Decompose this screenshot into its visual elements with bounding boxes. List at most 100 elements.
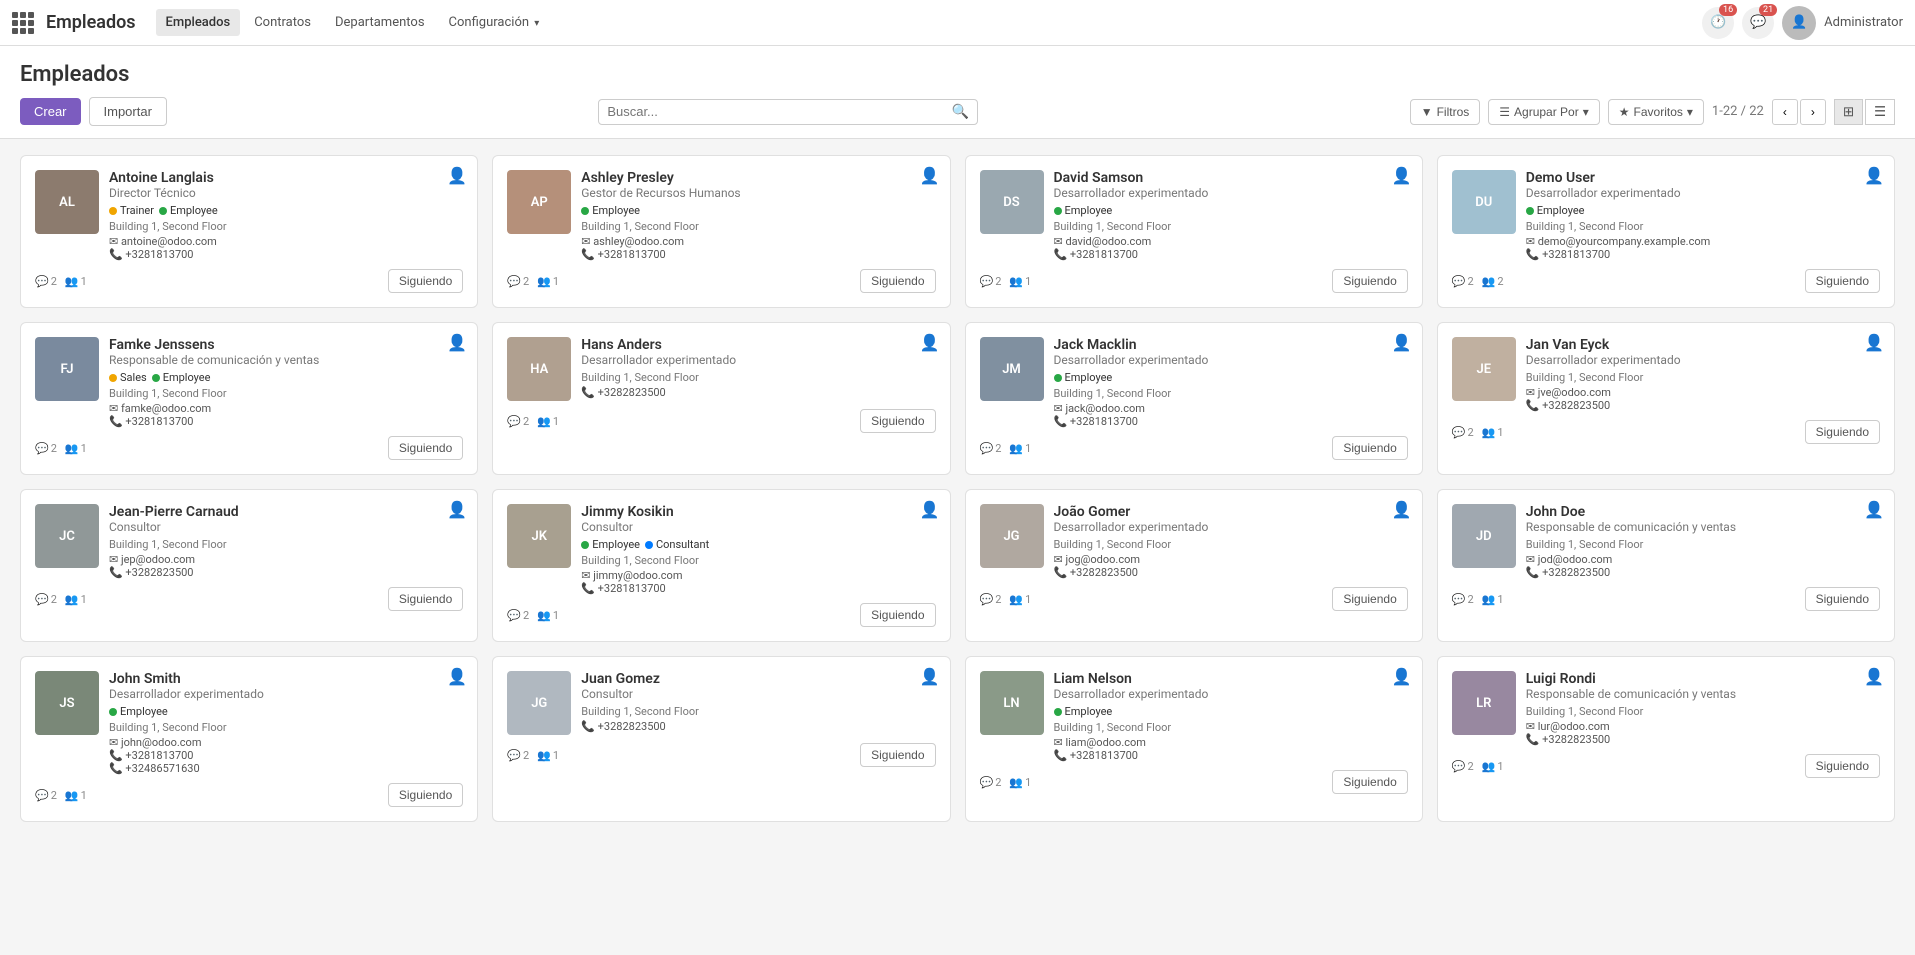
chat-icon: 💬 — [980, 776, 994, 789]
user-avatar[interactable]: 👤 — [1782, 6, 1816, 40]
employee-card[interactable]: 👤 JD John Doe Responsable de comunicació… — [1437, 489, 1895, 642]
filter-button[interactable]: ▼ Filtros — [1410, 99, 1481, 125]
follow-button[interactable]: Siguiendo — [1332, 269, 1407, 293]
follower-count[interactable]: 👥 1 — [1009, 275, 1031, 288]
message-count[interactable]: 💬 2 — [35, 789, 57, 802]
employee-card[interactable]: 👤 JK Jimmy Kosikin Consultor Employee Co… — [492, 489, 950, 642]
employee-email: ✉ ashley@odoo.com — [581, 235, 935, 248]
follower-count[interactable]: 👥 1 — [65, 593, 87, 606]
employee-card[interactable]: 👤 AL Antoine Langlais Director Técnico T… — [20, 155, 478, 308]
follower-count[interactable]: 👥 1 — [1482, 760, 1504, 773]
follow-button[interactable]: Siguiendo — [1332, 436, 1407, 460]
employee-card[interactable]: 👤 JG Juan Gomez Consultor Building 1, Se… — [492, 656, 950, 822]
nav-contratos[interactable]: Contratos — [244, 9, 321, 36]
follower-icon: 👥 — [537, 609, 551, 622]
follow-button[interactable]: Siguiendo — [860, 269, 935, 293]
nav-empleados[interactable]: Empleados — [156, 9, 241, 36]
nav-configuracion[interactable]: Configuración ▾ — [439, 9, 550, 36]
apps-grid-icon[interactable] — [12, 12, 34, 34]
next-page-button[interactable]: › — [1800, 99, 1826, 125]
employee-card[interactable]: 👤 JG João Gomer Desarrollador experiment… — [965, 489, 1423, 642]
follow-button[interactable]: Siguiendo — [388, 783, 463, 807]
follower-count[interactable]: 👥 1 — [537, 609, 559, 622]
follow-button[interactable]: Siguiendo — [1332, 770, 1407, 794]
follower-count[interactable]: 👥 1 — [1482, 426, 1504, 439]
follower-count[interactable]: 👥 1 — [1482, 593, 1504, 606]
page-title: Empleados — [20, 62, 1895, 87]
follow-button[interactable]: Siguiendo — [860, 409, 935, 433]
message-count[interactable]: 💬 2 — [507, 609, 529, 622]
message-count[interactable]: 💬 2 — [980, 442, 1002, 455]
message-count[interactable]: 💬 2 — [1452, 593, 1474, 606]
message-count[interactable]: 💬 2 — [1452, 275, 1474, 288]
employee-card[interactable]: 👤 LR Luigi Rondi Responsable de comunica… — [1437, 656, 1895, 822]
filter-icon: ▼ — [1421, 105, 1433, 119]
message-count[interactable]: 💬 2 — [980, 593, 1002, 606]
follow-button[interactable]: Siguiendo — [1805, 754, 1880, 778]
follower-count[interactable]: 👥 1 — [65, 442, 87, 455]
follow-button[interactable]: Siguiendo — [1805, 420, 1880, 444]
follower-count[interactable]: 👥 1 — [537, 415, 559, 428]
employee-card[interactable]: 👤 DS David Samson Desarrollador experime… — [965, 155, 1423, 308]
message-count[interactable]: 💬 2 — [1452, 426, 1474, 439]
follow-button[interactable]: Siguiendo — [388, 587, 463, 611]
employee-card[interactable]: 👤 DU Demo User Desarrollador experimenta… — [1437, 155, 1895, 308]
follow-button[interactable]: Siguiendo — [1805, 269, 1880, 293]
employee-card[interactable]: 👤 JE Jan Van Eyck Desarrollador experime… — [1437, 322, 1895, 475]
follower-count[interactable]: 👥 1 — [65, 789, 87, 802]
employee-role: Desarrollador experimentado — [1526, 353, 1880, 367]
employee-card[interactable]: 👤 AP Ashley Presley Gestor de Recursos H… — [492, 155, 950, 308]
tag-item: Employee — [1054, 705, 1113, 718]
employee-card[interactable]: 👤 HA Hans Anders Desarrollador experimen… — [492, 322, 950, 475]
message-count[interactable]: 💬 2 — [980, 275, 1002, 288]
employee-info: David Samson Desarrollador experimentado… — [1054, 170, 1408, 261]
list-view-button[interactable]: ☰ — [1865, 99, 1895, 125]
employee-card[interactable]: 👤 FJ Famke Jenssens Responsable de comun… — [20, 322, 478, 475]
nav-departamentos[interactable]: Departamentos — [325, 9, 435, 36]
follower-count[interactable]: 👥 1 — [1009, 442, 1031, 455]
employee-card[interactable]: 👤 LN Liam Nelson Desarrollador experimen… — [965, 656, 1423, 822]
follower-count[interactable]: 👥 1 — [1009, 593, 1031, 606]
search-icon[interactable]: 🔍 — [952, 104, 969, 120]
chat-icon: 💬 — [980, 275, 994, 288]
tag-label: Employee — [1065, 705, 1113, 718]
follower-count[interactable]: 👥 1 — [537, 749, 559, 762]
follower-count[interactable]: 👥 1 — [537, 275, 559, 288]
employee-name: Liam Nelson — [1054, 671, 1408, 687]
follow-button[interactable]: Siguiendo — [860, 603, 935, 627]
follow-button[interactable]: Siguiendo — [1332, 587, 1407, 611]
message-count[interactable]: 💬 2 — [980, 776, 1002, 789]
employee-card[interactable]: 👤 JM Jack Macklin Desarrollador experime… — [965, 322, 1423, 475]
follow-button[interactable]: Siguiendo — [1805, 587, 1880, 611]
search-input[interactable] — [607, 104, 952, 119]
favorites-button[interactable]: ★ Favoritos ▾ — [1608, 99, 1704, 125]
follower-count[interactable]: 👥 1 — [65, 275, 87, 288]
activity-button[interactable]: 🕐 16 — [1702, 7, 1734, 39]
follower-count[interactable]: 👥 1 — [1009, 776, 1031, 789]
message-count[interactable]: 💬 2 — [35, 442, 57, 455]
import-button[interactable]: Importar — [89, 97, 167, 126]
follow-button[interactable]: Siguiendo — [388, 269, 463, 293]
follow-button[interactable]: Siguiendo — [388, 436, 463, 460]
messages-button[interactable]: 💬 21 — [1742, 7, 1774, 39]
group-by-button[interactable]: ☰ Agrupar Por ▾ — [1488, 99, 1600, 125]
employee-email: ✉ jod@odoo.com — [1526, 553, 1880, 566]
message-count[interactable]: 💬 2 — [35, 593, 57, 606]
grid-view-button[interactable]: ⊞ — [1834, 99, 1863, 125]
message-count[interactable]: 💬 2 — [1452, 760, 1474, 773]
employee-card[interactable]: 👤 JS John Smith Desarrollador experiment… — [20, 656, 478, 822]
employee-info: Juan Gomez Consultor Building 1, Second … — [581, 671, 935, 733]
employee-role: Responsable de comunicación y ventas — [109, 353, 463, 367]
message-count[interactable]: 💬 2 — [507, 275, 529, 288]
create-button[interactable]: Crear — [20, 98, 81, 125]
prev-page-button[interactable]: ‹ — [1772, 99, 1798, 125]
follow-button[interactable]: Siguiendo — [860, 743, 935, 767]
follower-count[interactable]: 👥 2 — [1482, 275, 1504, 288]
message-count[interactable]: 💬 2 — [507, 415, 529, 428]
employee-role: Desarrollador experimentado — [1054, 186, 1408, 200]
employee-photo: LR — [1452, 671, 1516, 735]
message-count[interactable]: 💬 2 — [35, 275, 57, 288]
employee-card[interactable]: 👤 JC Jean-Pierre Carnaud Consultor Build… — [20, 489, 478, 642]
message-count[interactable]: 💬 2 — [507, 749, 529, 762]
follower-count-value: 1 — [1497, 593, 1503, 606]
